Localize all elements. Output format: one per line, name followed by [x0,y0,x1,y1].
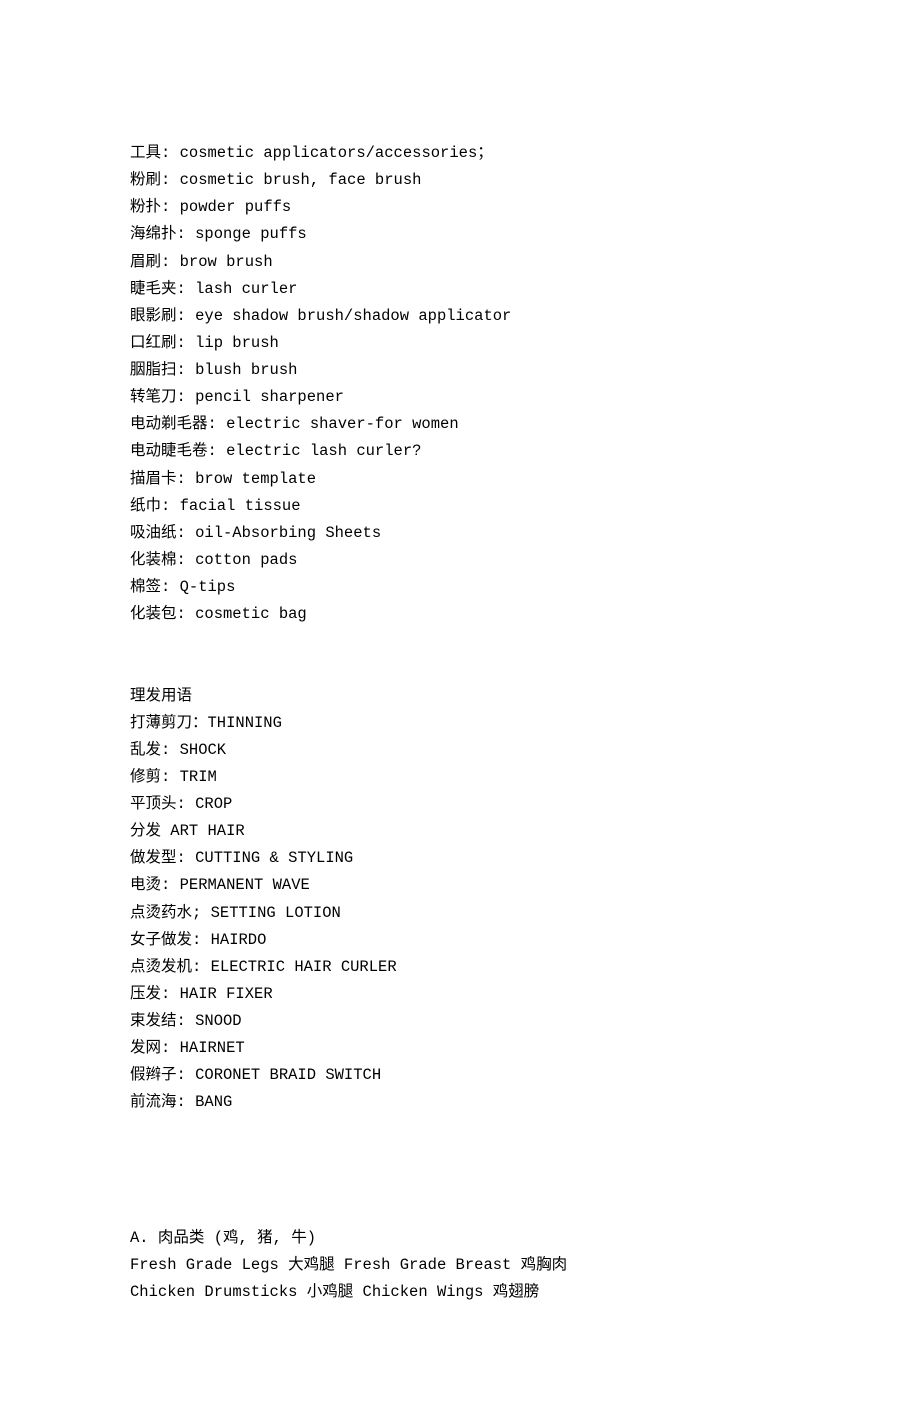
document-page: 工具: cosmetic applicators/accessories； 粉刷… [0,0,920,1426]
text-line: 前流海: BANG [130,1089,790,1116]
text-line: 描眉卡: brow template [130,466,790,493]
text-line: 压发: HAIR FIXER [130,981,790,1008]
text-line: 电动剃毛器: electric shaver-for women [130,411,790,438]
section-tools: 工具: cosmetic applicators/accessories； 粉刷… [130,140,790,628]
text-line: 束发结: SNOOD [130,1008,790,1035]
text-line: 转笔刀: pencil sharpener [130,384,790,411]
text-line: 工具: cosmetic applicators/accessories； [130,140,790,167]
text-line: 做发型: CUTTING & STYLING [130,845,790,872]
blank-line [130,1198,790,1225]
blank-line [130,1144,790,1171]
text-line: Fresh Grade Legs 大鸡腿 Fresh Grade Breast … [130,1252,790,1279]
blank-line [130,1117,790,1144]
text-line: 平顶头: CROP [130,791,790,818]
text-line: 棉签: Q-tips [130,574,790,601]
text-line: 女子做发: HAIRDO [130,927,790,954]
text-line: Chicken Drumsticks 小鸡腿 Chicken Wings 鸡翅膀 [130,1279,790,1306]
text-line: 眼影刷: eye shadow brush/shadow applicator [130,303,790,330]
text-line: 乱发: SHOCK [130,737,790,764]
text-line: 理发用语 [130,683,790,710]
text-line: 电动睫毛卷: electric lash curler? [130,438,790,465]
text-line: 海绵扑: sponge puffs [130,221,790,248]
section-hairdressing: 理发用语 打薄剪刀：THINNING 乱发: SHOCK 修剪: TRIM 平顶… [130,683,790,1117]
text-line: 点烫发机: ELECTRIC HAIR CURLER [130,954,790,981]
text-line: 胭脂扫: blush brush [130,357,790,384]
text-line: 分发 ART HAIR [130,818,790,845]
text-line: 发网: HAIRNET [130,1035,790,1062]
text-line: 眉刷: brow brush [130,249,790,276]
text-line: 睫毛夹: lash curler [130,276,790,303]
text-line: 化装包: cosmetic bag [130,601,790,628]
text-line: 修剪: TRIM [130,764,790,791]
text-line: 电烫: PERMANENT WAVE [130,872,790,899]
blank-line [130,655,790,682]
blank-line [130,1171,790,1198]
text-line: 口红刷: lip brush [130,330,790,357]
text-line: 点烫药水; SETTING LOTION [130,900,790,927]
text-line: 纸巾: facial tissue [130,493,790,520]
text-line: 假辫子: CORONET BRAID SWITCH [130,1062,790,1089]
text-line: A. 肉品类 (鸡, 猪, 牛) [130,1225,790,1252]
text-line: 化装棉: cotton pads [130,547,790,574]
blank-line [130,628,790,655]
section-meat: A. 肉品类 (鸡, 猪, 牛) Fresh Grade Legs 大鸡腿 Fr… [130,1225,790,1306]
text-line: 吸油纸: oil-Absorbing Sheets [130,520,790,547]
text-line: 粉扑: powder puffs [130,194,790,221]
text-line: 粉刷: cosmetic brush, face brush [130,167,790,194]
text-line: 打薄剪刀：THINNING [130,710,790,737]
